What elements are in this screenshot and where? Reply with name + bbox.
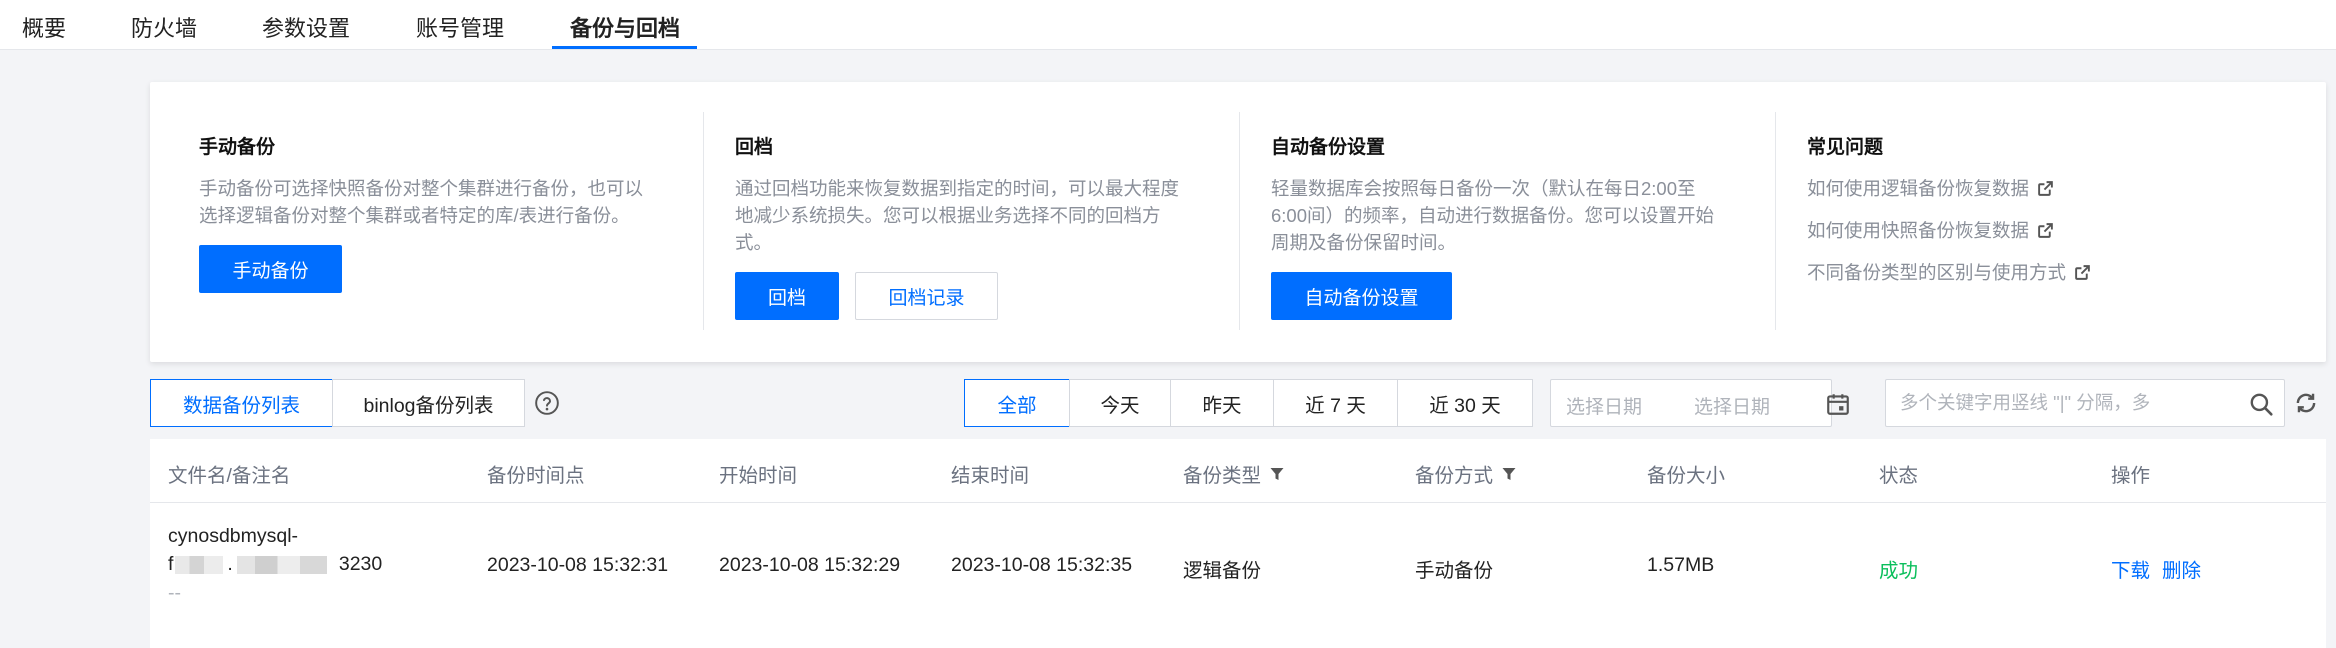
cell-start-time: 2023-10-08 15:32:29 — [719, 554, 901, 576]
header-file-name: 文件名/备注名 — [168, 465, 291, 487]
cell-backup-method: 手动备份 — [1415, 560, 1494, 582]
help-icon[interactable] — [534, 390, 560, 416]
rollback-title: 回档 — [735, 137, 774, 158]
tab-firewall[interactable]: 防火墙 — [131, 11, 197, 43]
column-divider — [1239, 112, 1240, 330]
desc-line: 周期及备份保留时间。 — [1271, 232, 1457, 253]
refresh-icon[interactable] — [2293, 390, 2319, 416]
faq-link-snapshot-restore[interactable]: 如何使用快照备份恢复数据 — [1807, 217, 2054, 243]
filter-icon[interactable] — [1501, 466, 1517, 482]
tab-backup-rollback[interactable]: 备份与回档 — [570, 11, 680, 43]
tab-overview[interactable]: 概要 — [22, 11, 66, 43]
rollback-button[interactable]: 回档 — [735, 272, 839, 320]
header-end-time: 结束时间 — [951, 465, 1030, 487]
faq-link-label: 如何使用逻辑备份恢复数据 — [1807, 178, 2030, 199]
search-input[interactable] — [1886, 380, 2236, 426]
file-name-separator: . — [227, 553, 233, 575]
time-range-filter: 全部 今天 昨天 近 7 天 近 30 天 — [964, 379, 1533, 427]
search-icon[interactable] — [2248, 391, 2274, 417]
header-backup-point: 备份时间点 — [487, 465, 585, 487]
file-name-line2: f . 3230 — [168, 553, 382, 576]
rollback-desc: 通过回档功能来恢复数据到指定的时间，可以最大程度 地减少系统损失。您可以根据业务… — [735, 175, 1179, 256]
faq-section: 常见问题 如何使用逻辑备份恢复数据 如何使用快照备份恢复数据 不同备份类型的区别… — [1807, 82, 2287, 362]
manual-backup-title: 手动备份 — [199, 137, 276, 158]
column-divider — [1775, 112, 1776, 330]
desc-line: 式。 — [735, 232, 773, 253]
header-label: 备份类型 — [1183, 465, 1262, 487]
manual-backup-button[interactable]: 手动备份 — [199, 245, 342, 293]
header-backup-size: 备份大小 — [1647, 465, 1726, 487]
desc-line: 选择逻辑备份对整个集群或者特定的库/表进行备份。 — [199, 205, 630, 226]
tab-data-backup-list[interactable]: 数据备份列表 — [150, 379, 333, 427]
auto-backup-settings-button[interactable]: 自动备份设置 — [1271, 272, 1452, 320]
range-7-days-button[interactable]: 近 7 天 — [1273, 379, 1398, 427]
faq-link-backup-types[interactable]: 不同备份类型的区别与使用方式 — [1807, 259, 2091, 285]
faq-link-logical-restore[interactable]: 如何使用逻辑备份恢复数据 — [1807, 175, 2054, 201]
desc-line: 6:00间）的频率，自动进行数据备份。您可以设置开始 — [1271, 205, 1715, 226]
cell-backup-type: 逻辑备份 — [1183, 560, 1262, 582]
file-name-line1: cynosdbmysql- — [168, 525, 299, 547]
external-link-icon — [2038, 222, 2053, 238]
desc-line: 轻量数据库会按照每日备份一次（默认在每日2:00至 — [1271, 178, 1696, 199]
header-label: 备份方式 — [1415, 465, 1494, 487]
manual-backup-section: 手动备份 手动备份可选择快照备份对整个集群进行备份，也可以 选择逻辑备份对整个集… — [199, 82, 679, 362]
end-date-placeholder[interactable]: 选择日期 — [1694, 392, 1770, 419]
date-range-picker[interactable]: 选择日期 选择日期 — [1550, 379, 1849, 427]
cell-backup-size: 1.57MB — [1647, 554, 1715, 576]
faq-link-label: 如何使用快照备份恢复数据 — [1807, 220, 2030, 241]
tab-accounts[interactable]: 账号管理 — [416, 11, 504, 43]
redacted-mosaic — [175, 555, 224, 574]
table-row: cynosdbmysql- f . 3230 -- 2023-10-08 15:… — [150, 503, 2326, 648]
desc-line: 通过回档功能来恢复数据到指定的时间，可以最大程度 — [735, 178, 1180, 199]
backup-table: 文件名/备注名 备份时间点 开始时间 结束时间 备份类型 备份方式 备份大小 状… — [150, 439, 2326, 648]
column-divider — [703, 112, 704, 330]
info-card: 手动备份 手动备份可选择快照备份对整个集群进行备份，也可以 选择逻辑备份对整个集… — [150, 82, 2326, 362]
desc-line: 手动备份可选择快照备份对整个集群进行备份，也可以 — [199, 178, 644, 199]
active-tab-indicator — [552, 46, 697, 49]
calendar-icon[interactable] — [1825, 391, 1851, 417]
tab-parameters[interactable]: 参数设置 — [262, 11, 350, 43]
header-start-time: 开始时间 — [719, 465, 798, 487]
redacted-mosaic — [236, 555, 327, 574]
file-name-prefix: f — [168, 553, 174, 575]
file-name-suffix: 3230 — [338, 553, 383, 575]
tab-binlog-backup-list[interactable]: binlog备份列表 — [332, 379, 525, 427]
faq-link-label: 不同备份类型的区别与使用方式 — [1807, 262, 2067, 283]
auto-backup-title: 自动备份设置 — [1271, 137, 1386, 158]
rollback-record-button[interactable]: 回档记录 — [855, 272, 998, 320]
header-backup-type[interactable]: 备份类型 — [1183, 459, 1285, 488]
faq-title: 常见问题 — [1807, 137, 1884, 158]
range-all-button[interactable]: 全部 — [964, 379, 1070, 427]
range-yesterday-button[interactable]: 昨天 — [1170, 379, 1274, 427]
delete-link[interactable]: 删除 — [2162, 554, 2201, 583]
list-type-tabs: 数据备份列表 binlog备份列表 — [150, 379, 525, 427]
auto-backup-desc: 轻量数据库会按照每日备份一次（默认在每日2:00至 6:00间）的频率，自动进行… — [1271, 175, 1714, 256]
header-operations: 操作 — [2111, 465, 2151, 487]
range-today-button[interactable]: 今天 — [1069, 379, 1171, 427]
table-header: 文件名/备注名 备份时间点 开始时间 结束时间 备份类型 备份方式 备份大小 状… — [150, 439, 2326, 503]
top-tabs: 概要 防火墙 参数设置 账号管理 备份与回档 — [0, 0, 2336, 50]
download-link[interactable]: 下载 — [2111, 554, 2150, 583]
desc-line: 地减少系统损失。您可以根据业务选择不同的回档方 — [735, 205, 1161, 226]
header-status: 状态 — [1879, 465, 1919, 487]
status-badge: 成功 — [1879, 560, 1919, 582]
manual-backup-desc: 手动备份可选择快照备份对整个集群进行备份，也可以 选择逻辑备份对整个集群或者特定… — [199, 175, 643, 229]
external-link-icon — [2038, 180, 2053, 196]
rollback-section: 回档 通过回档功能来恢复数据到指定的时间，可以最大程度 地减少系统损失。您可以根… — [735, 82, 1215, 362]
keyword-search-box — [1885, 379, 2285, 427]
start-date-placeholder[interactable]: 选择日期 — [1566, 392, 1642, 419]
range-30-days-button[interactable]: 近 30 天 — [1397, 379, 1533, 427]
filter-icon[interactable] — [1269, 466, 1285, 482]
auto-backup-section: 自动备份设置 轻量数据库会按照每日备份一次（默认在每日2:00至 6:00间）的… — [1271, 82, 1751, 362]
header-backup-method[interactable]: 备份方式 — [1415, 459, 1517, 488]
external-link-icon — [2075, 264, 2090, 280]
cell-end-time: 2023-10-08 15:32:35 — [951, 554, 1133, 576]
remark-name: -- — [168, 582, 181, 604]
cell-backup-point: 2023-10-08 15:32:31 — [487, 554, 669, 576]
